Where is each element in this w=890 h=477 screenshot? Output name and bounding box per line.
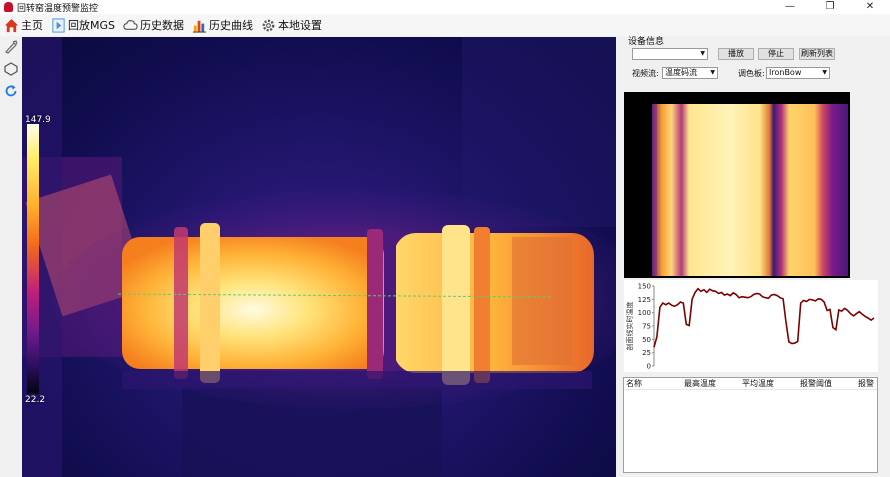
device-select[interactable]: ▼ [632,48,708,60]
maximize-button[interactable]: ❐ [810,0,850,14]
min-temp-label: 22.2 [25,395,46,405]
table-header: 名称 最高温度 平均温度 报警阈值 报警 [624,378,877,390]
history-data-button[interactable]: 历史数据 [123,17,184,33]
home-label: 主页 [21,19,43,32]
play-button[interactable]: 播放 [718,48,754,60]
minimize-button[interactable]: — [770,0,810,14]
y-tick-label: 150 [638,283,651,291]
local-settings-label: 本地设置 [278,19,322,32]
y-axis-label: 剖面线实时温度 [625,302,634,351]
kiln-scan-heatmap [624,92,850,278]
y-tick-label: 125 [638,296,651,304]
col-alarm[interactable]: 报警 [856,378,877,389]
col-alarm-threshold[interactable]: 报警阈值 [798,378,856,389]
stream-select[interactable]: 温度码流 ▼ [662,67,718,79]
stream-select-value: 温度码流 [665,68,697,77]
refresh-list-button[interactable]: 刷新列表 [799,48,835,60]
app-icon [4,2,13,12]
line-chart-svg: 0 25 50 75 100 125 150 剖面线实时温度 [625,283,875,371]
palette-label: 调色板: [738,69,765,78]
y-ticks: 0 25 50 75 100 125 150 [638,283,654,371]
bar-chart-icon [192,20,207,33]
thermal-image [22,37,616,477]
profile-temperature-chart: 0 25 50 75 100 125 150 剖面线实时温度 [624,280,878,372]
home-icon [4,18,19,32]
alarm-table[interactable]: 名称 最高温度 平均温度 报警阈值 报警 [623,377,878,473]
left-tool-strip [0,36,22,477]
close-button[interactable]: ✕ [850,0,890,14]
title-bar: 回转窑温度预警监控 — ❐ ✕ [0,0,890,14]
gear-icon [262,19,275,31]
y-tick-label: 0 [647,363,651,371]
device-info-title: 设备信息 [628,37,665,47]
y-tick-label: 25 [642,349,651,357]
chevron-down-icon: ▼ [710,69,715,76]
pen-tool-icon[interactable] [4,40,18,54]
history-data-label: 历史数据 [140,19,184,32]
col-avg-temp[interactable]: 平均温度 [740,378,798,389]
thermal-camera-view[interactable] [22,37,616,477]
chevron-down-icon: ▼ [700,50,705,57]
local-settings-button[interactable]: 本地设置 [261,17,322,33]
palette-select-value: IronBow [769,68,802,77]
col-name[interactable]: 名称 [624,378,682,389]
max-temp-label: 147.9 [25,115,51,125]
window-controls: — ❐ ✕ [770,0,890,14]
home-button[interactable]: 主页 [4,17,43,33]
chevron-down-icon: ▼ [822,69,827,76]
refresh-icon[interactable] [4,84,18,98]
temperature-color-bar [27,124,39,394]
col-max-temp[interactable]: 最高温度 [682,378,740,389]
y-tick-label: 100 [638,309,651,317]
cloud-icon [123,19,138,30]
polygon-tool-icon[interactable] [4,62,18,76]
window-title: 回转窑温度预警监控 [17,3,99,14]
palette-select[interactable]: IronBow ▼ [766,67,830,79]
y-tick-label: 75 [642,323,651,331]
temperature-series-line [653,287,875,348]
playback-label: 回放MGS [68,19,115,32]
heatmap-image [652,104,848,276]
stream-label: 视频流: [632,69,659,78]
y-tick-label: 50 [642,336,651,344]
history-curve-button[interactable]: 历史曲线 [192,17,253,33]
history-curve-label: 历史曲线 [209,19,253,32]
main-toolbar: 主页 回放MGS 历史数据 历史曲线 本地设置 [0,14,890,36]
play-file-icon [52,17,65,33]
stop-button[interactable]: 停止 [758,48,794,60]
playback-button[interactable]: 回放MGS [51,17,115,33]
